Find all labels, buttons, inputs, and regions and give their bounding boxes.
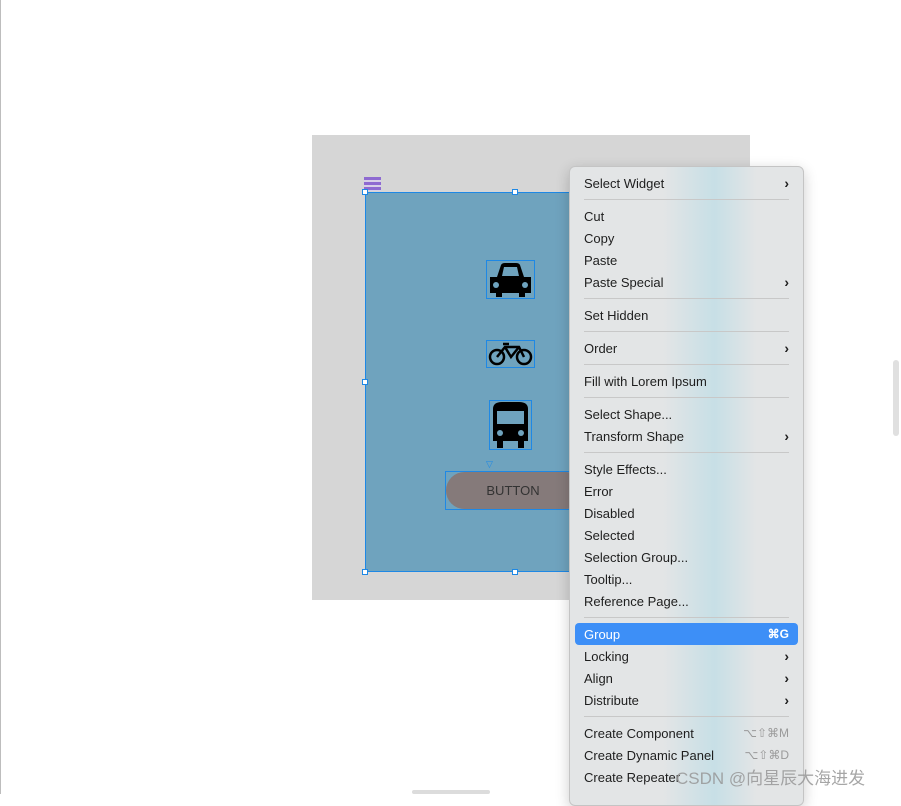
chevron-right-icon: › (784, 428, 789, 444)
menu-separator (584, 364, 789, 365)
menu-item-error[interactable]: Error (575, 480, 798, 502)
menu-item-label: Style Effects... (584, 461, 667, 477)
menu-item-copy[interactable]: Copy (575, 227, 798, 249)
menu-separator (584, 397, 789, 398)
menu-item-label: Error (584, 483, 613, 499)
menu-item-label: Paste Special (584, 274, 664, 290)
menu-item-style-effects[interactable]: Style Effects... (575, 458, 798, 480)
menu-item-label: Order (584, 340, 618, 356)
menu-item-fill-with-lorem-ipsum[interactable]: Fill with Lorem Ipsum (575, 370, 798, 392)
menu-item-label: Locking (584, 648, 629, 664)
menu-item-label: Create Component (584, 725, 694, 741)
menu-item-cut[interactable]: Cut (575, 205, 798, 227)
menu-item-label: Disabled (584, 505, 635, 521)
menu-item-label: Fill with Lorem Ipsum (584, 373, 707, 389)
menu-separator (584, 617, 789, 618)
menu-item-transform-shape[interactable]: Transform Shape › (575, 425, 798, 447)
chevron-right-icon: › (784, 670, 789, 686)
menu-item-select-shape[interactable]: Select Shape... (575, 403, 798, 425)
menu-item-locking[interactable]: Locking › (575, 645, 798, 667)
chevron-right-icon: › (784, 340, 789, 356)
menu-item-paste[interactable]: Paste (575, 249, 798, 271)
menu-item-reference-page[interactable]: Reference Page... (575, 590, 798, 612)
chevron-right-icon: › (784, 274, 789, 290)
context-menu: Select Widget › Cut Copy Paste Paste Special ›… (569, 166, 804, 806)
menu-item-order[interactable]: Order › (575, 337, 798, 359)
menu-separator (584, 716, 789, 717)
menu-item-label: Reference Page... (584, 593, 689, 609)
menu-item-select-widget[interactable]: Select Widget › (575, 172, 798, 194)
menu-separator (584, 298, 789, 299)
menu-item-create-component[interactable]: Create Component ⌥⇧⌘M (575, 722, 798, 744)
left-border (0, 0, 1, 794)
menu-item-label: Group (584, 626, 621, 642)
resize-handle[interactable] (512, 569, 518, 575)
menu-separator (584, 452, 789, 453)
menu-separator (584, 331, 789, 332)
menu-item-label: Transform Shape (584, 428, 684, 444)
menu-item-label: Select Shape... (584, 406, 673, 422)
menu-item-paste-special[interactable]: Paste Special › (575, 271, 798, 293)
menu-item-align[interactable]: Align › (575, 667, 798, 689)
resize-handle[interactable] (362, 569, 368, 575)
menu-item-label: Copy (584, 230, 615, 246)
chevron-right-icon: › (784, 648, 789, 664)
menu-item-create-dynamic-panel[interactable]: Create Dynamic Panel ⌥⇧⌘D (575, 744, 798, 766)
anchor-marker-icon: ▽ (486, 459, 493, 469)
shortcut-label: ⌘G (767, 627, 789, 641)
vertical-scrollbar[interactable] (893, 360, 899, 436)
menu-item-selection-group[interactable]: Selection Group... (575, 546, 798, 568)
menu-item-distribute[interactable]: Distribute › (575, 689, 798, 711)
menu-item-label: Create Repeater (584, 769, 681, 785)
watermark: CSDN @向星辰大海进发 (676, 769, 866, 788)
menu-item-label: Tooltip... (584, 571, 633, 587)
button-widget[interactable]: BUTTON (445, 471, 585, 510)
menu-item-label: Selection Group... (584, 549, 689, 565)
shortcut-label: ⌥⇧⌘D (744, 748, 789, 762)
menu-item-tooltip[interactable]: Tooltip... (575, 568, 798, 590)
menu-separator (584, 199, 789, 200)
chevron-right-icon: › (784, 175, 789, 191)
shortcut-label: ⌥⇧⌘M (743, 726, 789, 740)
menu-item-label: Create Dynamic Panel (584, 747, 715, 763)
menu-item-label: Paste (584, 252, 618, 268)
menu-item-label: Set Hidden (584, 307, 649, 323)
resize-handle[interactable] (362, 189, 368, 195)
menu-item-label: Selected (584, 527, 635, 543)
menu-item-label: Select Widget (584, 175, 665, 191)
menu-item-label: Cut (584, 208, 605, 224)
bicycle-icon[interactable] (486, 340, 535, 368)
menu-item-label: Distribute (584, 692, 639, 708)
menu-item-selected[interactable]: Selected (575, 524, 798, 546)
horizontal-scrollbar[interactable] (412, 790, 490, 794)
menu-item-set-hidden[interactable]: Set Hidden (575, 304, 798, 326)
menu-item-disabled[interactable]: Disabled (575, 502, 798, 524)
resize-handle[interactable] (512, 189, 518, 195)
menu-item-group[interactable]: Group ⌘G (575, 623, 798, 645)
menu-item-label: Align (584, 670, 613, 686)
car-icon[interactable] (486, 260, 535, 299)
bus-icon[interactable] (489, 400, 532, 450)
resize-handle[interactable] (362, 379, 368, 385)
chevron-right-icon: › (784, 692, 789, 708)
